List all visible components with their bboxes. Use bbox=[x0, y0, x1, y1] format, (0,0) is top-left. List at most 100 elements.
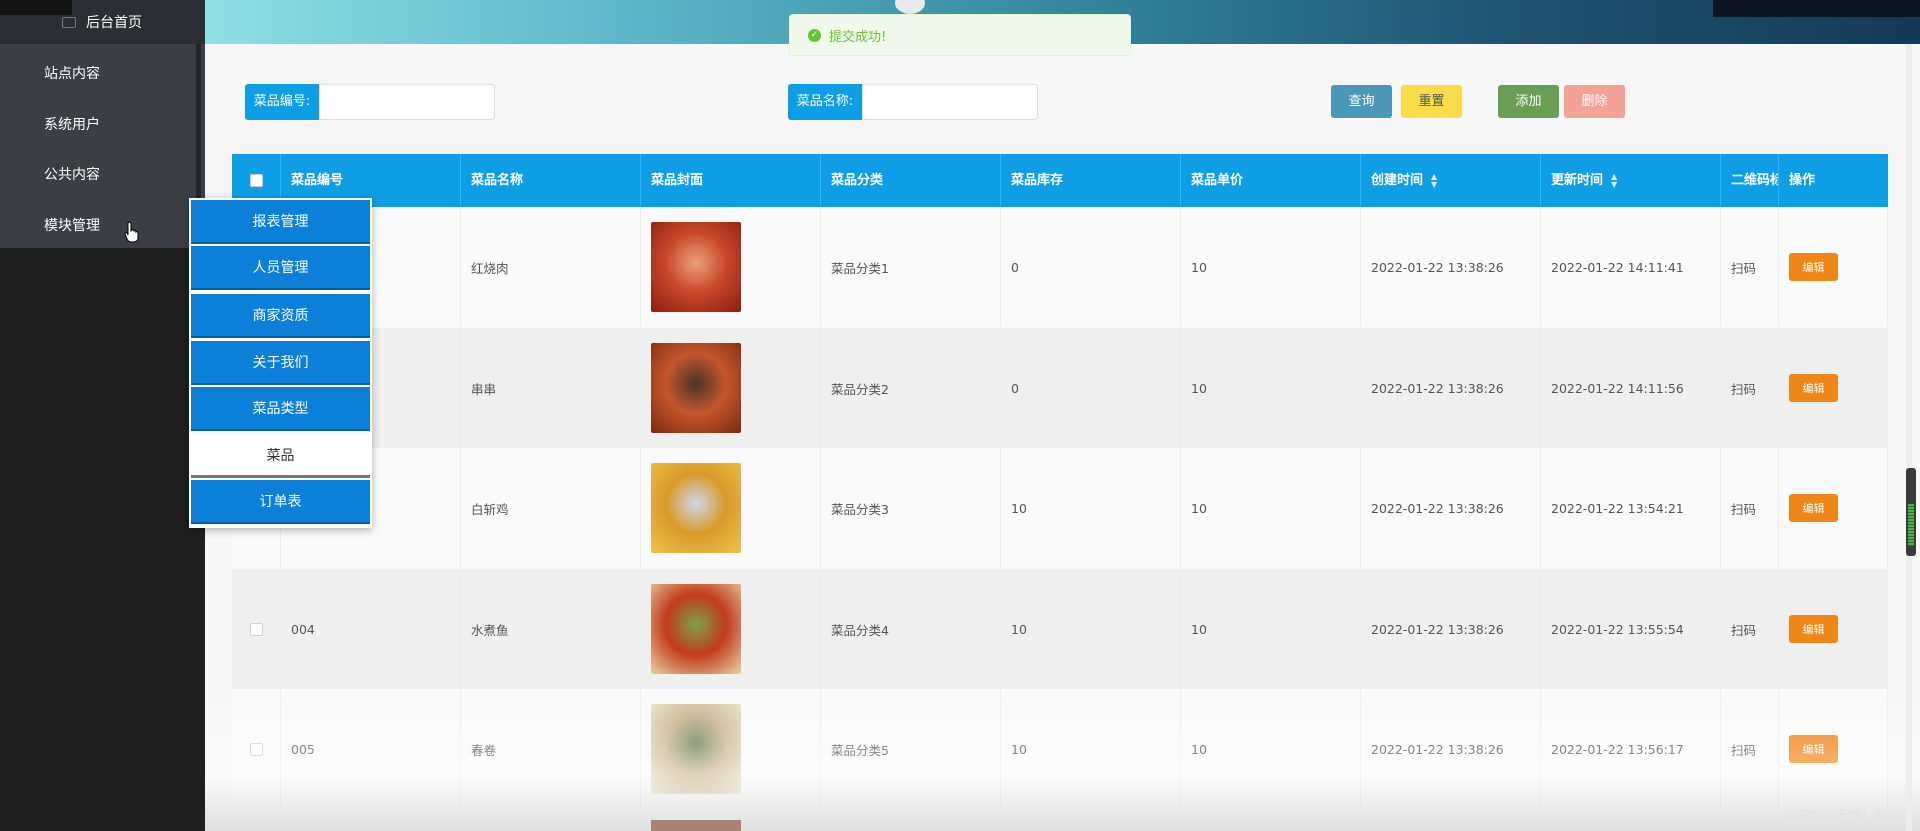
cell-updated-time: 2022-01-22 13:54:21 bbox=[1541, 448, 1721, 568]
dish-thumbnail bbox=[651, 463, 741, 553]
sidebar-menu-group bbox=[0, 44, 205, 248]
cell-created-time: 2022-01-22 13:38:26 bbox=[1361, 448, 1541, 568]
table-header: 菜品编号 菜品名称 菜品封面 菜品分类 菜品库存 菜品单价 创建时间 ▲ ▼ 更新时… bbox=[232, 154, 1888, 207]
cell-qr-code: 扫码 bbox=[1721, 207, 1779, 327]
cell-dish-category: 菜品分类1 bbox=[821, 207, 1001, 327]
edit-button[interactable]: 编辑 bbox=[1789, 494, 1838, 522]
cell-dish-price: 10 bbox=[1181, 448, 1361, 568]
header-tab[interactable] bbox=[895, 0, 925, 14]
page-scrollbar-track[interactable] bbox=[1906, 44, 1912, 831]
sidebar-item-system-users[interactable]: 系统用户 bbox=[44, 114, 100, 134]
cell-dish-cover bbox=[641, 328, 821, 448]
submenu-item-orders[interactable]: 订单表 bbox=[191, 480, 370, 524]
cell-updated-time: 2022-01-22 14:11:56 bbox=[1541, 328, 1721, 448]
cell-dish-cover bbox=[641, 689, 821, 809]
cell-dish-price: 10 bbox=[1181, 689, 1361, 809]
dish-thumbnail-partial bbox=[651, 820, 741, 831]
submenu-item-dish-types[interactable]: 菜品类型 bbox=[191, 387, 370, 431]
header-user-area[interactable] bbox=[1713, 0, 1920, 17]
cell-qr-code: 扫码 bbox=[1721, 328, 1779, 448]
success-toast: ✓ 提交成功! bbox=[789, 14, 1131, 56]
cell-dish-price: 10 bbox=[1181, 207, 1361, 327]
sort-icon[interactable]: ▲ ▼ bbox=[1431, 172, 1437, 189]
cell-dish-stock: 10 bbox=[1001, 569, 1181, 689]
header-qr-code: 二维码标 bbox=[1721, 154, 1779, 207]
header-dish-category: 菜品分类 bbox=[821, 154, 1001, 207]
sidebar-item-site-content[interactable]: 站点内容 bbox=[44, 63, 100, 83]
submenu-item-staff[interactable]: 人员管理 bbox=[191, 246, 370, 290]
cell-dish-category: 菜品分类3 bbox=[821, 448, 1001, 568]
cell-dish-category: 菜品分类2 bbox=[821, 328, 1001, 448]
header-dish-cover: 菜品封面 bbox=[641, 154, 821, 207]
submenu-item-dishes[interactable]: 菜品 bbox=[191, 434, 370, 478]
cell-dish-stock: 0 bbox=[1001, 207, 1181, 327]
dish-thumbnail bbox=[651, 584, 741, 674]
page-scrollbar-thumb[interactable] bbox=[1906, 468, 1916, 556]
header-updated-time[interactable]: 更新时间 ▲ ▼ bbox=[1541, 154, 1721, 207]
table-row: 串串 菜品分类2 0 10 2022-01-22 13:38:26 2022-01-22 … bbox=[232, 328, 1888, 448]
header-dish-price: 菜品单价 bbox=[1181, 154, 1361, 207]
check-circle-icon: ✓ bbox=[808, 28, 821, 42]
add-button[interactable]: 添加 bbox=[1498, 85, 1559, 118]
cell-created-time: 2022-01-22 13:38:26 bbox=[1361, 689, 1541, 809]
table-row: 红烧肉 菜品分类1 0 10 2022-01-22 13:38:26 2022-01-22… bbox=[232, 207, 1888, 327]
submenu-item-merchant-qualification[interactable]: 商家资质 bbox=[191, 294, 370, 338]
sidebar: 后台首页 站点内容 系统用户 公共内容 模块管理 bbox=[0, 0, 205, 831]
cell-dish-name: 春卷 bbox=[461, 689, 641, 809]
cell-dish-name: 串串 bbox=[461, 328, 641, 448]
row-checkbox[interactable] bbox=[249, 742, 263, 756]
reset-button[interactable]: 重置 bbox=[1401, 85, 1462, 118]
cell-dish-name: 红烧肉 bbox=[461, 207, 641, 327]
cell-actions: 编辑 bbox=[1779, 689, 1888, 809]
header-created-time[interactable]: 创建时间 ▲ ▼ bbox=[1361, 154, 1541, 207]
sort-icon[interactable]: ▲ ▼ bbox=[1611, 172, 1617, 189]
cell-qr-code: 扫码 bbox=[1721, 689, 1779, 809]
table-row: 005 春卷 菜品分类5 10 10 2022-01-22 13:38:26 2022-01… bbox=[232, 689, 1888, 809]
cell-dish-category: 菜品分类4 bbox=[821, 569, 1001, 689]
cell-updated-time: 2022-01-22 13:55:54 bbox=[1541, 569, 1721, 689]
edit-button[interactable]: 编辑 bbox=[1789, 735, 1838, 763]
dish-name-input[interactable] bbox=[862, 84, 1038, 120]
delete-button[interactable]: 删除 bbox=[1564, 85, 1625, 118]
sidebar-top-bar bbox=[0, 0, 72, 15]
cell-dish-price: 10 bbox=[1181, 328, 1361, 448]
cell-created-time: 2022-01-22 13:38:26 bbox=[1361, 569, 1541, 689]
header-actions: 操作 bbox=[1789, 173, 1816, 188]
submenu-item-about-us[interactable]: 关于我们 bbox=[191, 341, 370, 385]
submenu-item-reports[interactable]: 报表管理 bbox=[191, 200, 370, 244]
dish-thumbnail bbox=[651, 343, 741, 433]
created-time-label: 创建时间 bbox=[1371, 173, 1424, 188]
cell-dish-stock: 10 bbox=[1001, 448, 1181, 568]
cell-dish-price: 10 bbox=[1181, 569, 1361, 689]
updated-time-label: 更新时间 bbox=[1551, 173, 1604, 188]
edit-button[interactable]: 编辑 bbox=[1789, 253, 1838, 281]
cell-updated-time: 2022-01-22 13:56:17 bbox=[1541, 689, 1721, 809]
select-all-checkbox[interactable] bbox=[249, 174, 263, 187]
sidebar-item-public-content[interactable]: 公共内容 bbox=[44, 164, 100, 184]
cell-dish-cover bbox=[641, 448, 821, 568]
edit-button[interactable]: 编辑 bbox=[1789, 615, 1838, 643]
cell-dish-id: 004 bbox=[281, 569, 461, 689]
dish-id-label: 菜品编号: bbox=[245, 84, 319, 120]
watermark: CSDN @FYKJ_2010 bbox=[1784, 808, 1906, 823]
cell-dish-name: 白斩鸡 bbox=[461, 448, 641, 568]
header-dish-stock: 菜品库存 bbox=[1001, 154, 1181, 207]
dish-name-label: 菜品名称: bbox=[788, 84, 862, 120]
cell-dish-cover bbox=[641, 569, 821, 689]
cell-actions: 编辑 bbox=[1779, 569, 1888, 689]
cell-qr-code: 扫码 bbox=[1721, 569, 1779, 689]
edit-button[interactable]: 编辑 bbox=[1789, 374, 1838, 402]
cell-dish-id: 005 bbox=[281, 689, 461, 809]
cell-dish-stock: 10 bbox=[1001, 689, 1181, 809]
query-button[interactable]: 查询 bbox=[1331, 85, 1392, 118]
cell-created-time: 2022-01-22 13:38:26 bbox=[1361, 328, 1541, 448]
cell-created-time: 2022-01-22 13:38:26 bbox=[1361, 207, 1541, 327]
dish-thumbnail bbox=[651, 704, 741, 794]
dish-thumbnail bbox=[651, 222, 741, 312]
dish-id-input[interactable] bbox=[319, 84, 495, 120]
cell-dish-name: 水煮鱼 bbox=[461, 569, 641, 689]
cell-dish-stock: 0 bbox=[1001, 328, 1181, 448]
sidebar-item-module-management[interactable]: 模块管理 bbox=[44, 215, 100, 235]
row-checkbox[interactable] bbox=[249, 622, 263, 636]
cell-updated-time: 2022-01-22 14:11:41 bbox=[1541, 207, 1721, 327]
